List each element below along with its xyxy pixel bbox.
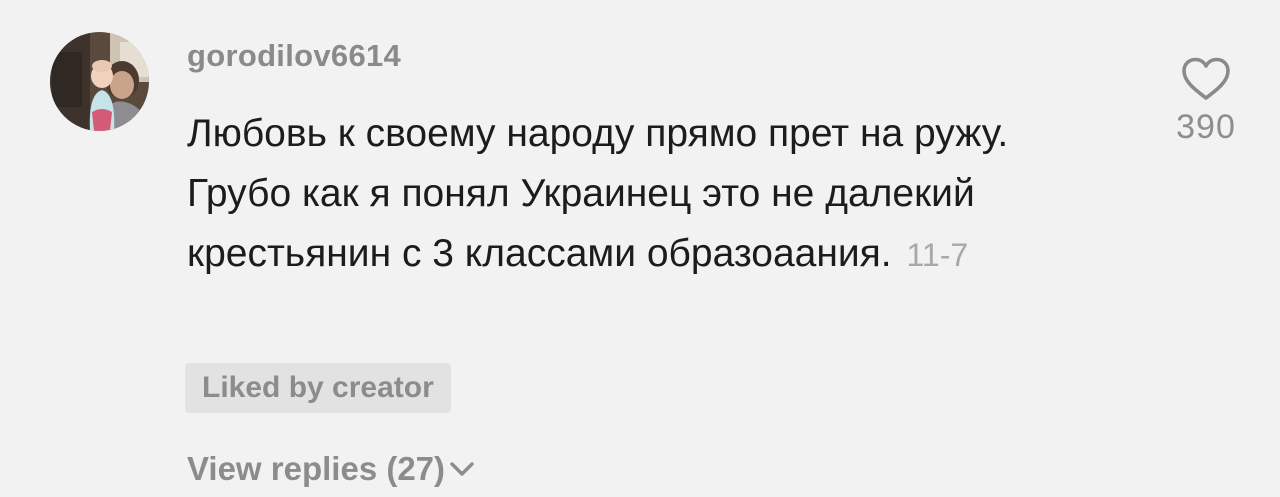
chevron-down-icon bbox=[450, 462, 474, 476]
avatar[interactable] bbox=[50, 32, 149, 131]
comment-body: Любовь к своему народу прямо прет на руж… bbox=[187, 112, 1009, 275]
comment-date: 11-7 bbox=[906, 237, 969, 273]
comment-text: Любовь к своему народу прямо прет на руж… bbox=[187, 104, 1107, 285]
heart-outline-icon[interactable] bbox=[1180, 56, 1232, 102]
view-replies-button[interactable]: View replies (27) bbox=[187, 446, 475, 492]
like-button[interactable]: 390 bbox=[1160, 56, 1252, 147]
username[interactable]: gorodilov6614 bbox=[187, 38, 401, 74]
view-replies-label: View replies (27) bbox=[187, 450, 446, 487]
liked-by-creator-badge: Liked by creator bbox=[185, 363, 451, 413]
like-count: 390 bbox=[1176, 108, 1236, 146]
comment-item: gorodilov6614 Любовь к своему народу пря… bbox=[0, 0, 1280, 497]
avatar-photo bbox=[50, 32, 149, 131]
